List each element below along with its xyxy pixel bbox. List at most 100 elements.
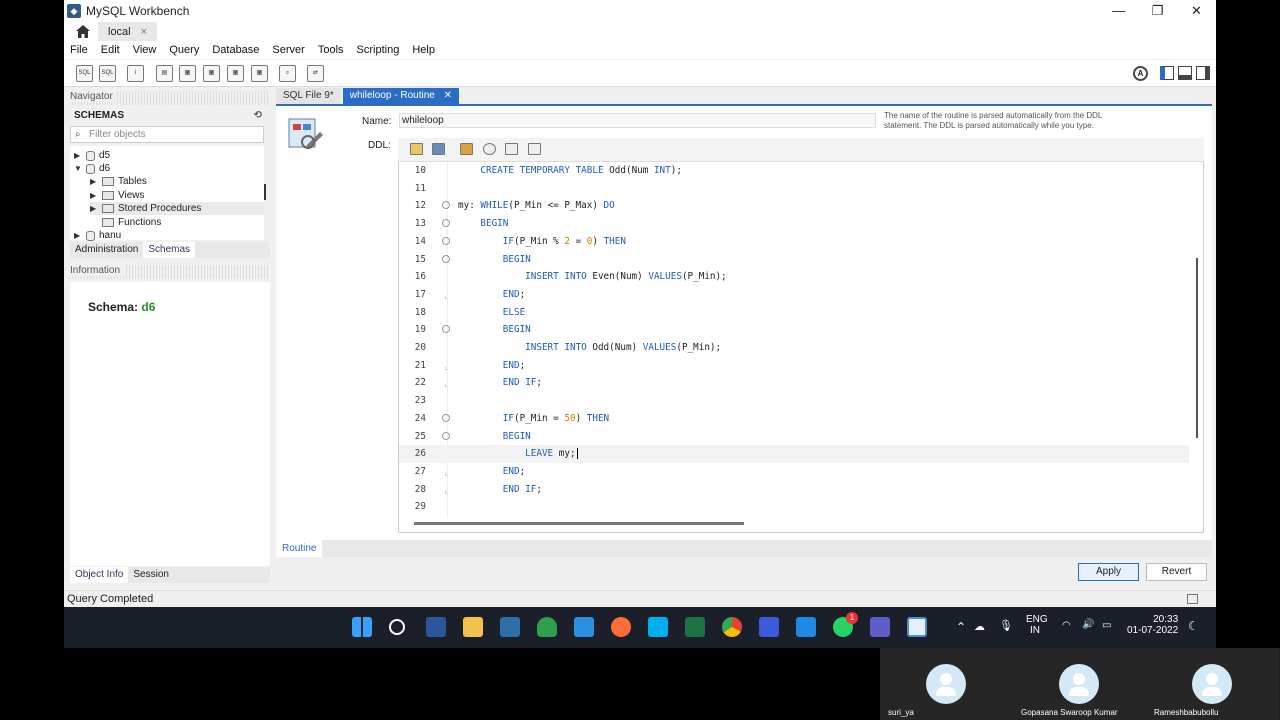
close-icon[interactable]: ✕	[1177, 0, 1216, 22]
code-line[interactable]: 15 BEGIN	[399, 251, 1189, 269]
mysql-workbench-icon[interactable]	[500, 617, 520, 637]
create-schema-icon[interactable]: ▤	[156, 65, 173, 82]
code-line[interactable]: 11	[399, 180, 1189, 198]
microphone-icon[interactable]: 🎙	[999, 619, 1013, 632]
toggle-secondary-sidebar-icon[interactable]	[1196, 66, 1210, 80]
media-player-icon[interactable]	[796, 617, 816, 637]
output-toggle-icon[interactable]	[1187, 594, 1198, 604]
tab-session[interactable]: Session	[128, 567, 174, 583]
tree-item-views[interactable]: ▶ Views	[90, 189, 145, 202]
home-icon[interactable]	[74, 24, 92, 40]
search-table-data-icon[interactable]: ⌕	[279, 65, 296, 82]
code-line[interactable]: 13 BEGIN	[399, 215, 1189, 233]
refresh-icon[interactable]: ⟲	[254, 108, 262, 124]
whatsapp-icon[interactable]: 1	[833, 612, 858, 637]
wrap-lines-icon[interactable]	[528, 143, 541, 155]
tree-item-hanu[interactable]: ▶ hanu	[74, 229, 121, 242]
fold-toggle-icon[interactable]	[442, 254, 450, 263]
create-table-icon[interactable]: ▦	[179, 65, 196, 82]
create-procedure-icon[interactable]: ▦	[227, 65, 244, 82]
code-line[interactable]: 14 IF(P_Min % 2 = 0) THEN	[399, 233, 1189, 251]
restore-icon[interactable]: ❐	[1138, 0, 1177, 22]
fold-toggle-icon[interactable]	[442, 325, 450, 334]
tab-object-info[interactable]: Object Info	[70, 567, 129, 583]
word-icon[interactable]	[426, 617, 446, 637]
menu-file[interactable]: File	[70, 44, 88, 56]
code-line[interactable]: 27 ˪ END;	[399, 463, 1189, 481]
horizontal-scrollbar[interactable]	[414, 522, 744, 525]
create-function-icon[interactable]: ▦	[251, 65, 268, 82]
menu-server[interactable]: Server	[272, 44, 304, 56]
vscode-icon[interactable]	[574, 617, 594, 637]
menu-edit[interactable]: Edit	[101, 44, 120, 56]
new-sql-tab-icon[interactable]: SQL	[76, 65, 93, 82]
open-file-icon[interactable]	[410, 143, 423, 155]
notification-center-icon[interactable]: ☾	[1188, 619, 1199, 633]
tree-item-d5[interactable]: ▶ d5	[74, 149, 110, 162]
tab-schemas[interactable]: Schemas	[143, 242, 196, 258]
fold-toggle-icon[interactable]	[442, 431, 450, 440]
preferences-icon[interactable]: A	[1133, 66, 1148, 81]
chrome-icon[interactable]	[722, 617, 742, 637]
open-sql-script-icon[interactable]: SQL	[99, 65, 116, 82]
notepad-icon[interactable]	[907, 617, 927, 637]
tree-item-d6[interactable]: ▼ d6	[74, 162, 110, 175]
participant-tile[interactable]: Gopasana Swaroop Kumar	[1013, 648, 1146, 720]
excel-icon[interactable]	[685, 617, 705, 637]
filter-objects-input[interactable]: ⌕ Filter objects	[70, 126, 264, 143]
invisible-chars-icon[interactable]	[505, 143, 518, 155]
skype-icon[interactable]	[648, 617, 668, 637]
fold-toggle-icon[interactable]	[442, 413, 450, 422]
code-line[interactable]: 17 ˪ END;	[399, 286, 1189, 304]
participant-tile[interactable]: Rameshbabubollu	[1146, 648, 1279, 720]
code-line[interactable]: 19 BEGIN	[399, 321, 1189, 339]
vertical-scrollbar[interactable]	[1196, 258, 1198, 438]
menu-tools[interactable]: Tools	[318, 44, 344, 56]
minimize-icon[interactable]: —	[1099, 0, 1138, 22]
tree-item-stored-procedures[interactable]: ▶ Stored Procedures	[90, 202, 264, 215]
code-line[interactable]: 20 INSERT INTO Odd(Num) VALUES(P_Min);	[399, 339, 1189, 357]
toggle-output-icon[interactable]	[1178, 66, 1192, 80]
code-line[interactable]: 22 ˪ END IF;	[399, 374, 1189, 392]
tab-routine[interactable]: whileloop - Routine ✕	[342, 88, 459, 104]
participant-tile[interactable]: suri_ya	[880, 648, 1013, 720]
routine-name-field[interactable]: whileloop	[399, 113, 876, 128]
code-line[interactable]: 12 my: WHILE(P_Min <= P_Max) DO	[399, 197, 1189, 215]
menu-help[interactable]: Help	[412, 44, 435, 56]
teams-icon[interactable]	[870, 617, 890, 637]
find-icon[interactable]	[483, 143, 496, 155]
wifi-icon[interactable]: ◠	[1062, 620, 1071, 631]
fold-toggle-icon[interactable]	[442, 236, 450, 245]
onedrive-icon[interactable]: ☁	[974, 620, 985, 633]
volume-icon[interactable]: 🔊	[1082, 619, 1094, 630]
connection-tab-local[interactable]: local ×	[98, 22, 158, 41]
close-icon[interactable]: ×	[141, 26, 147, 38]
toggle-sidebar-icon[interactable]	[1160, 66, 1174, 80]
clock[interactable]: 20:33 01-07-2022	[1127, 614, 1178, 636]
battery-icon[interactable]: ▭	[1102, 620, 1111, 631]
tree-scrollbar[interactable]	[264, 184, 266, 200]
tab-sql-file[interactable]: SQL File 9*	[276, 88, 341, 104]
tray-expand-icon[interactable]: ⌃	[956, 620, 966, 634]
code-line[interactable]: 28 ˪ END IF;	[399, 481, 1189, 499]
search-icon[interactable]	[389, 619, 405, 635]
code-line[interactable]: 10 CREATE TEMPORARY TABLE Odd(Num INT);	[399, 162, 1189, 180]
revert-button[interactable]: Revert	[1146, 563, 1207, 581]
remote-desktop-icon[interactable]	[759, 617, 779, 637]
tab-administration[interactable]: Administration	[70, 242, 143, 258]
code-line[interactable]: 23	[399, 392, 1189, 410]
apply-button[interactable]: Apply	[1078, 563, 1139, 581]
tab-routine-bottom[interactable]: Routine	[276, 540, 323, 557]
tree-item-functions[interactable]: Functions	[90, 216, 161, 229]
fold-toggle-icon[interactable]	[442, 201, 450, 210]
start-icon[interactable]	[352, 617, 372, 637]
tree-item-tables[interactable]: ▶ Tables	[90, 175, 147, 188]
save-icon[interactable]	[432, 143, 445, 155]
code-line[interactable]: 29	[399, 498, 1189, 516]
code-area[interactable]: 10 CREATE TEMPORARY TABLE Odd(Num INT); 1…	[399, 162, 1189, 517]
fold-toggle-icon[interactable]	[442, 219, 450, 228]
beautify-icon[interactable]	[460, 143, 473, 155]
mongodb-icon[interactable]	[537, 617, 557, 637]
create-view-icon[interactable]: ▦	[203, 65, 220, 82]
menu-view[interactable]: View	[133, 44, 157, 56]
